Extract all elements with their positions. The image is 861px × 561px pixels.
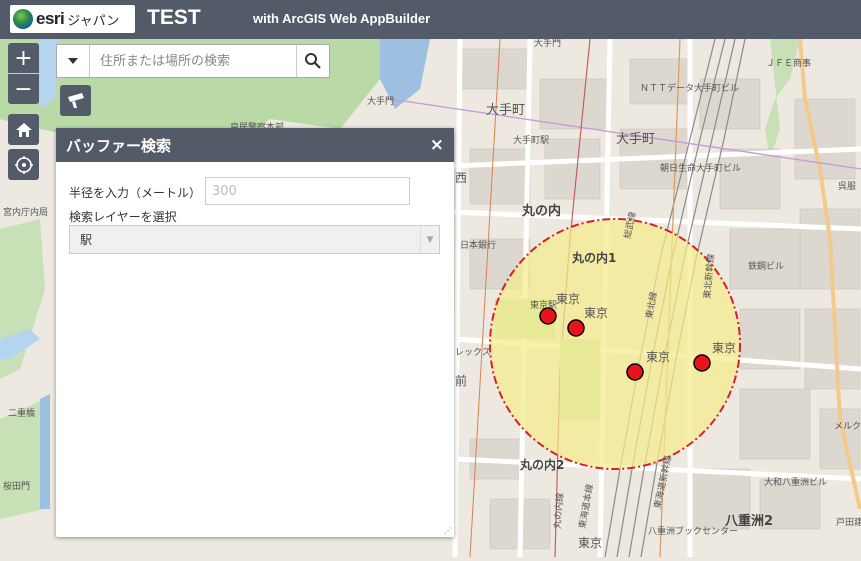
map-label: 丸の内2	[519, 457, 564, 472]
panel-header[interactable]: バッファー検索 ×	[56, 128, 454, 162]
map-label: 東京	[578, 536, 602, 550]
app-title: TEST	[147, 6, 201, 29]
map-label: 大手町	[616, 132, 655, 147]
logo-subtext: ジャパン	[67, 13, 120, 29]
station-point[interactable]	[693, 354, 711, 372]
map-label: ＮＴＴデータ大手町ビル	[640, 82, 739, 94]
logo-text: esri	[36, 9, 65, 28]
map-label: メルク	[834, 421, 861, 432]
radius-input[interactable]	[205, 177, 410, 205]
close-icon[interactable]: ×	[430, 135, 444, 155]
map-label: 大手町駅	[513, 134, 549, 146]
chevron-down-icon	[68, 58, 78, 64]
station-point[interactable]	[626, 363, 644, 381]
home-icon	[15, 122, 32, 137]
map-label: 呉服	[838, 181, 856, 192]
search-source-dropdown[interactable]	[57, 45, 90, 77]
panel-title: バッファー検索	[66, 136, 172, 155]
map-label: 朝日生命大手町ビル	[660, 162, 741, 174]
globe-icon	[13, 9, 33, 29]
map-label: 東京	[556, 292, 580, 306]
map-label: 鉄鋼ビル	[748, 260, 784, 272]
locate-button[interactable]	[8, 149, 39, 180]
buffer-widget-icon	[67, 92, 84, 108]
map-label: 丸の内	[521, 203, 561, 219]
map-label: 大手門	[534, 39, 561, 49]
layer-select-value: 駅	[80, 233, 93, 247]
layer-label: 検索レイヤーを選択	[69, 210, 177, 224]
layer-select[interactable]: 駅 ▼	[69, 225, 440, 254]
search-widget	[56, 44, 330, 78]
map-label: 日本銀行	[460, 239, 496, 251]
zoom-in-button[interactable]: +	[8, 43, 39, 73]
map-label: 大和八重洲ビル	[764, 476, 827, 488]
map-label: レックス	[455, 347, 491, 358]
radius-label: 半径を入力（メートル）	[69, 186, 202, 200]
plus-icon: +	[14, 45, 33, 71]
map-label: 桜田門	[3, 480, 30, 492]
search-button[interactable]	[296, 45, 329, 77]
map-label: 宮内庁内局	[3, 206, 48, 218]
map-label: 大手町	[486, 103, 525, 118]
map-label: 東京	[646, 350, 670, 364]
map-label: 戸田建	[836, 516, 861, 528]
map-label: 東京駅	[530, 299, 557, 311]
map-label: 丸の内1	[571, 250, 616, 265]
app-header: esri ジャパン TEST with ArcGIS Web AppBuilde…	[0, 0, 861, 39]
map-label: 東京	[712, 341, 736, 355]
buffer-search-panel: バッファー検索 × 半径を入力（メートル） 検索レイヤーを選択 駅 ▼ ⋰	[56, 128, 454, 537]
minus-icon: −	[14, 76, 33, 102]
chevron-down-icon: ▼	[420, 226, 439, 253]
search-input[interactable]	[90, 45, 296, 77]
map-label: 前	[455, 373, 467, 388]
locate-icon	[14, 155, 33, 174]
map-label: ＪＦＥ商事	[766, 57, 811, 69]
map-label: 八重洲ブックセンター	[648, 525, 738, 537]
map-label: 大手門	[367, 95, 394, 107]
resize-handle[interactable]: ⋰	[444, 526, 452, 535]
esri-logo: esri ジャパン	[10, 5, 135, 33]
map-label: 西	[455, 171, 467, 185]
zoom-out-button[interactable]: −	[8, 74, 39, 104]
buffer-widget-button[interactable]	[60, 85, 91, 116]
app-subtitle: with ArcGIS Web AppBuilder	[253, 11, 431, 26]
station-point[interactable]	[567, 319, 585, 337]
map-label: 東京	[584, 306, 608, 320]
map-label: 二重橋	[8, 407, 35, 419]
search-icon	[305, 53, 321, 69]
home-button[interactable]	[8, 114, 39, 145]
